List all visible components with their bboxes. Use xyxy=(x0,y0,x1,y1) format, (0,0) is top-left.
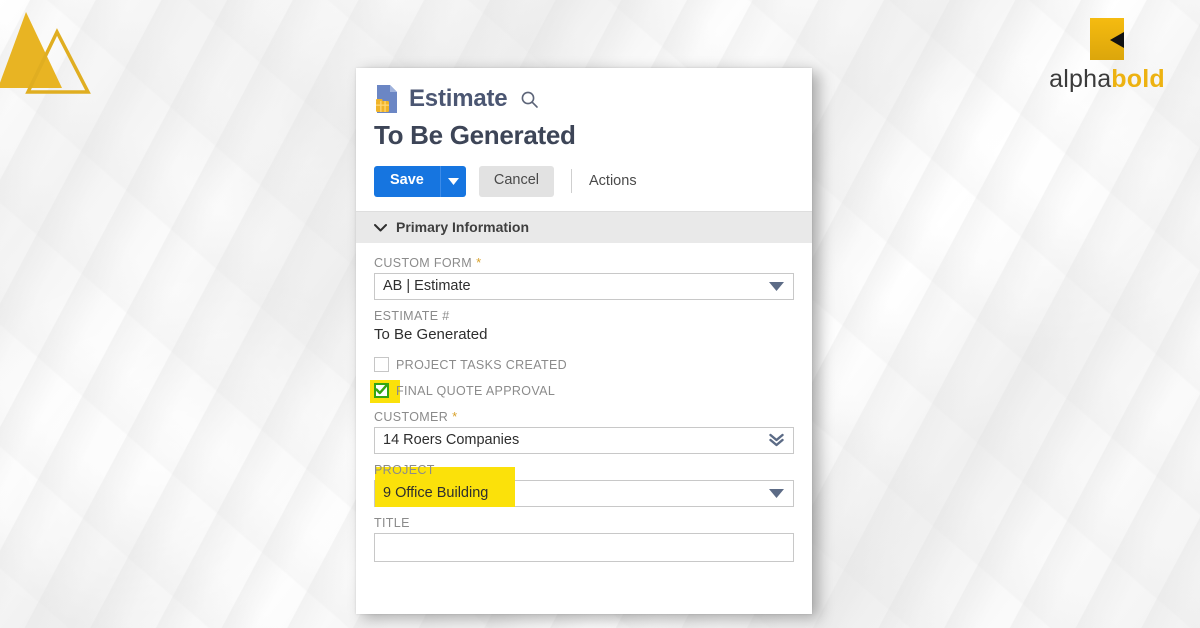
customer-value: 14 Roers Companies xyxy=(383,432,520,449)
field-final-quote-approval[interactable]: FINAL QUOTE APPROVAL xyxy=(370,378,794,404)
estimate-number-label-text: ESTIMATE # xyxy=(374,308,450,323)
project-select[interactable]: 9 Office Building xyxy=(374,466,794,507)
final-quote-approval-checkbox[interactable] xyxy=(374,383,389,399)
dropdown-triangle-icon[interactable] xyxy=(767,488,785,498)
double-chevron-down-icon[interactable] xyxy=(767,433,785,447)
alphabold-wordmark: alphabold xyxy=(1036,67,1178,92)
toolbar-separator xyxy=(571,169,573,194)
record-type-label: Estimate xyxy=(409,85,508,112)
title-label-text: TITLE xyxy=(374,515,410,530)
customer-select[interactable]: 14 Roers Companies xyxy=(374,426,794,454)
required-asterisk-icon: * xyxy=(452,409,458,425)
field-project-tasks-created[interactable]: PROJECT TASKS CREATED xyxy=(374,352,794,378)
save-button[interactable]: Save xyxy=(374,166,440,197)
save-dropdown-button[interactable] xyxy=(439,166,466,197)
customer-label-text: CUSTOMER xyxy=(374,409,449,424)
field-custom-form: CUSTOM FORM * AB | Estimate xyxy=(374,256,794,300)
estimate-document-icon xyxy=(376,85,397,113)
save-button-group: Save xyxy=(374,166,466,197)
primary-information-section-header[interactable]: Primary Information xyxy=(356,210,812,243)
field-title: TITLE xyxy=(374,516,794,562)
record-header: Estimate To Be Generated Save Cancel Act… xyxy=(356,68,812,211)
customer-label: CUSTOMER * xyxy=(374,410,794,424)
record-name: To Be Generated xyxy=(374,120,576,150)
alphabold-logo-mark xyxy=(1090,18,1124,60)
logo-word-bold: bold xyxy=(1111,65,1165,93)
logo-word-alpha: alpha xyxy=(1049,65,1112,93)
alphabold-logo: alphabold xyxy=(1036,16,1178,92)
project-label-text: PROJECT xyxy=(374,462,435,477)
dropdown-triangle-icon[interactable] xyxy=(767,281,785,291)
record-title-row: Estimate xyxy=(374,84,794,114)
title-label: TITLE xyxy=(374,516,794,530)
project-value: 9 Office Building xyxy=(383,485,489,502)
chevron-down-icon xyxy=(374,223,387,232)
estimate-number-value: To Be Generated xyxy=(374,325,488,343)
project-tasks-created-checkbox[interactable] xyxy=(374,357,389,373)
field-estimate-number: ESTIMATE # To Be Generated xyxy=(374,309,794,343)
custom-form-label: CUSTOM FORM * xyxy=(374,256,794,270)
primary-information-form: CUSTOM FORM * AB | Estimate ESTIMATE # T… xyxy=(356,243,812,562)
title-input-wrapper[interactable] xyxy=(374,532,794,562)
project-label: PROJECT xyxy=(374,463,794,477)
section-title: Primary Information xyxy=(396,219,530,236)
cancel-button[interactable]: Cancel xyxy=(478,166,555,197)
custom-form-label-text: CUSTOM FORM xyxy=(374,255,473,270)
actions-button[interactable]: Actions xyxy=(589,173,637,189)
estimate-number-label: ESTIMATE # xyxy=(374,309,794,323)
required-asterisk-icon: * xyxy=(476,255,482,271)
project-tasks-created-label: PROJECT TASKS CREATED xyxy=(396,357,568,372)
search-icon[interactable] xyxy=(520,90,539,109)
caret-down-icon xyxy=(447,177,459,185)
field-customer: CUSTOMER * 14 Roers Companies xyxy=(374,410,794,454)
custom-form-select[interactable]: AB | Estimate xyxy=(374,272,794,300)
estimate-record-card: Estimate To Be Generated Save Cancel Act… xyxy=(356,68,812,614)
record-toolbar: Save Cancel Actions xyxy=(374,166,794,211)
final-quote-approval-label: FINAL QUOTE APPROVAL xyxy=(396,383,556,398)
field-project: PROJECT 9 Office Building xyxy=(374,463,794,507)
custom-form-value: AB | Estimate xyxy=(383,278,471,295)
